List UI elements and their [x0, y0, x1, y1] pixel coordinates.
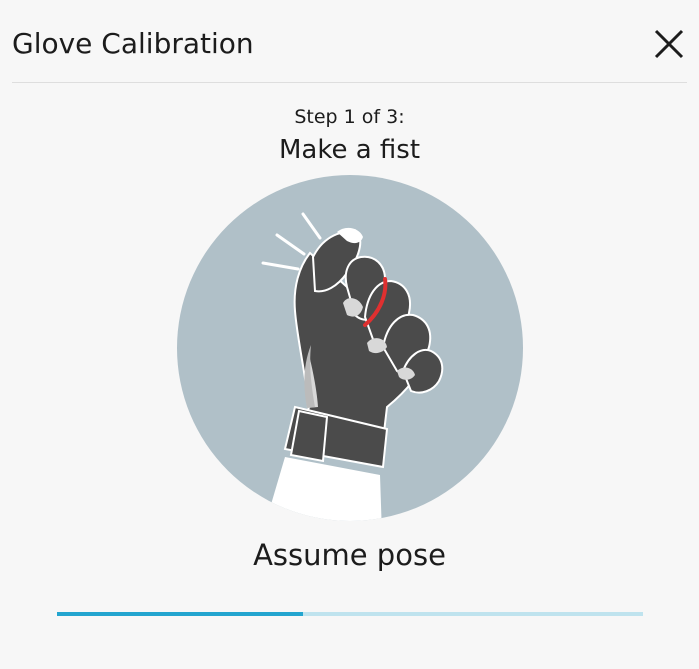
- dialog-header: Glove Calibration: [12, 0, 687, 83]
- calibration-progress-bar: [57, 612, 643, 616]
- status-text: Assume pose: [253, 538, 446, 572]
- fist-glove-icon: [177, 175, 523, 521]
- close-button[interactable]: [651, 26, 687, 62]
- dialog-title: Glove Calibration: [12, 27, 254, 60]
- step-label: Step 1 of 3:: [294, 106, 405, 128]
- calibration-dialog: Glove Calibration Step 1 of 3: Make a fi…: [0, 0, 699, 669]
- close-icon: [654, 29, 684, 59]
- step-instruction: Make a fist: [278, 135, 421, 165]
- calibration-progress-fill: [57, 612, 304, 616]
